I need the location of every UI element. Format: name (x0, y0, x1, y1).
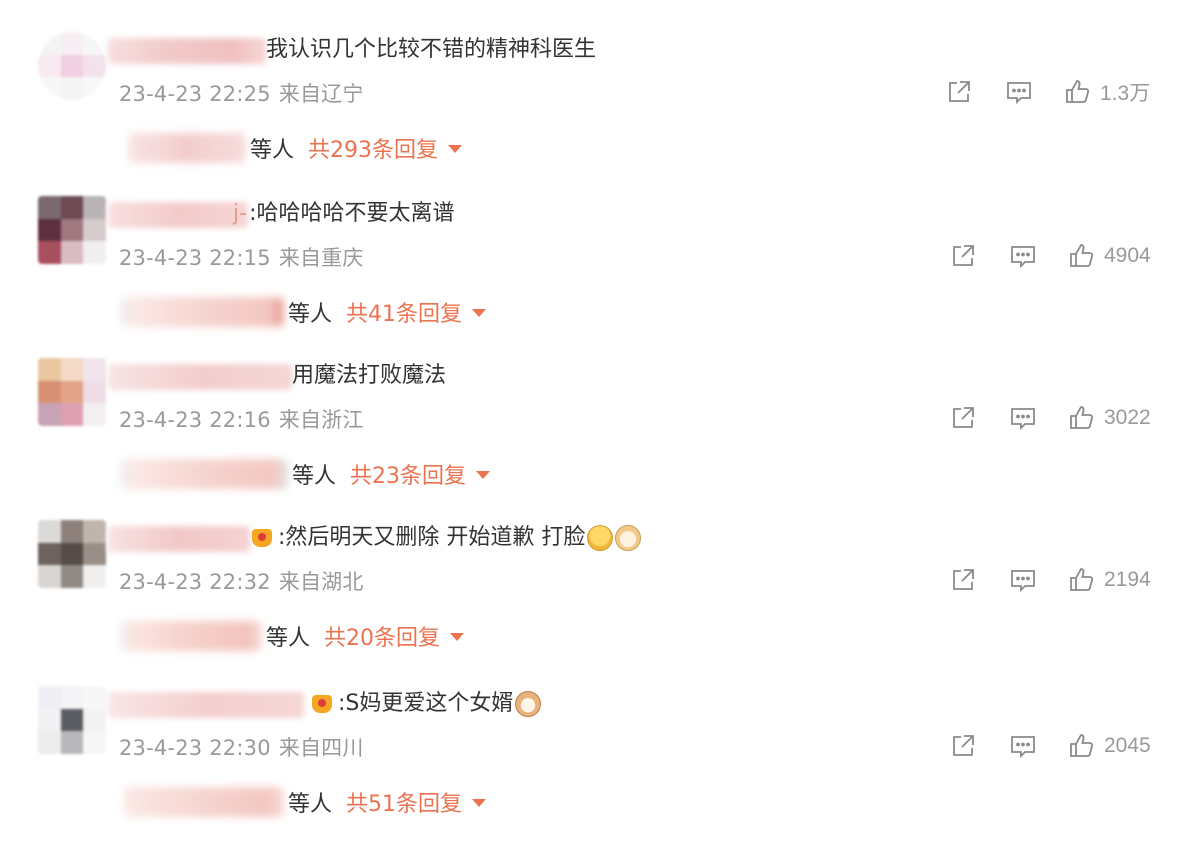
avatar[interactable] (38, 686, 106, 754)
comment-actions: 2045 (948, 730, 1151, 762)
avatar[interactable] (38, 196, 106, 264)
username-blurred[interactable] (108, 202, 248, 228)
share-icon[interactable] (948, 565, 978, 595)
comment-date: 23-4-23 22:15 (119, 246, 271, 270)
crown-badge-icon (252, 529, 272, 547)
avatar[interactable] (38, 520, 106, 588)
avatar[interactable] (38, 358, 106, 426)
reply-count-link[interactable]: 共41条回复 (346, 296, 487, 328)
comment-item: j-:哈哈哈哈不要太离谱 23-4-23 22:15 来自重庆 4904 等人 共… (0, 196, 1200, 359)
comment-date: 23-4-23 22:25 (119, 82, 271, 106)
caret-down-icon (448, 145, 463, 153)
comment-actions: 4904 (948, 240, 1151, 272)
like-count[interactable]: 1.3万 (1100, 77, 1150, 107)
comment-item: 用魔法打败魔法 23-4-23 22:16 来自浙江 3022 等人 共23条回复 (0, 358, 1200, 521)
comment-meta: 23-4-23 22:30 来自四川 (119, 732, 364, 762)
share-icon[interactable] (948, 403, 978, 433)
caret-down-icon (450, 633, 465, 641)
share-icon[interactable] (948, 731, 978, 761)
like-count[interactable]: 2194 (1104, 568, 1151, 592)
comment-date: 23-4-23 22:16 (119, 408, 271, 432)
comment-meta: 23-4-23 22:16 来自浙江 (119, 404, 364, 434)
comment-location: 来自浙江 (278, 408, 364, 432)
comment-item: 我认识几个比较不错的精神科医生 23-4-23 22:25 来自辽宁 1.3万 等… (0, 32, 1200, 195)
comment-item: :S妈更爱这个女婿 23-4-23 22:30 来自四川 2045 等人 共51条… (0, 686, 1200, 849)
doge-emoji-icon (615, 525, 642, 551)
reply-summary[interactable]: 等人 共23条回复 (120, 454, 491, 494)
comment-meta: 23-4-23 22:15 来自重庆 (119, 242, 364, 272)
thumbs-up-icon[interactable] (1066, 565, 1096, 595)
comment-location: 来自湖北 (278, 570, 364, 594)
username-blurred[interactable] (108, 692, 304, 718)
comment-location: 来自辽宁 (278, 82, 364, 106)
comment-meta: 23-4-23 22:32 来自湖北 (119, 566, 364, 596)
comment-text: :然后明天又删除 开始道歉 打脸 (252, 520, 642, 556)
reply-users-blurred (124, 787, 284, 817)
reply-summary[interactable]: 等人 共20条回复 (120, 616, 465, 656)
comment-icon[interactable] (1008, 731, 1038, 761)
comment-actions: 2194 (948, 564, 1151, 596)
like-count[interactable]: 4904 (1104, 244, 1151, 268)
comment-text: 用魔法打败魔法 (292, 363, 447, 388)
like-count[interactable]: 2045 (1104, 734, 1151, 758)
share-icon[interactable] (948, 241, 978, 271)
reply-summary[interactable]: 等人 共51条回复 (124, 782, 487, 822)
reply-count-link[interactable]: 共23条回复 (350, 458, 491, 490)
reply-users-blurred (128, 133, 246, 163)
reply-users-suffix: 等人 (250, 138, 295, 163)
thumbs-up-icon[interactable] (1066, 731, 1096, 761)
comment-text: 我认识几个比较不错的精神科医生 (266, 37, 597, 62)
thumbs-up-icon[interactable] (1062, 77, 1092, 107)
caret-down-icon (472, 799, 487, 807)
reply-users-suffix: 等人 (288, 792, 333, 817)
avatar[interactable] (38, 32, 106, 100)
crown-badge-icon (312, 695, 332, 713)
comment-date: 23-4-23 22:30 (119, 736, 271, 760)
laugh-cry-emoji-icon (587, 525, 614, 551)
reply-summary[interactable]: 等人 共41条回复 (120, 292, 487, 332)
like-count[interactable]: 3022 (1104, 406, 1151, 430)
caret-down-icon (472, 309, 487, 317)
reply-count-link[interactable]: 共20条回复 (324, 620, 465, 652)
comment-icon[interactable] (1008, 241, 1038, 271)
comment-location: 来自四川 (278, 736, 364, 760)
cat-emoji-icon (515, 691, 542, 717)
comment-date: 23-4-23 22:32 (119, 570, 271, 594)
thumbs-up-icon[interactable] (1066, 403, 1096, 433)
reply-users-blurred (120, 459, 288, 489)
reply-users-suffix: 等人 (288, 302, 333, 327)
comment-text: :S妈更爱这个女婿 (312, 686, 542, 722)
username-blurred[interactable] (108, 526, 250, 552)
thumbs-up-icon[interactable] (1066, 241, 1096, 271)
reply-users-blurred (120, 297, 284, 327)
reply-count-link[interactable]: 共293条回复 (308, 132, 463, 164)
reply-users-blurred (120, 621, 262, 651)
username-blurred[interactable] (108, 38, 266, 64)
comment-icon[interactable] (1008, 403, 1038, 433)
reply-summary[interactable]: 等人 共293条回复 (128, 128, 463, 168)
comment-item: :然后明天又删除 开始道歉 打脸 23-4-23 22:32 来自湖北 2194 … (0, 520, 1200, 683)
comment-icon[interactable] (1008, 565, 1038, 595)
reply-users-suffix: 等人 (266, 626, 311, 651)
reply-count-link[interactable]: 共51条回复 (346, 786, 487, 818)
caret-down-icon (476, 471, 491, 479)
share-icon[interactable] (944, 77, 974, 107)
comment-text: j-:哈哈哈哈不要太离谱 (233, 201, 455, 226)
comment-actions: 3022 (948, 402, 1151, 434)
reply-users-suffix: 等人 (292, 464, 337, 489)
comment-actions: 1.3万 (944, 76, 1150, 108)
comment-meta: 23-4-23 22:25 来自辽宁 (119, 78, 364, 108)
comment-icon[interactable] (1004, 77, 1034, 107)
comment-location: 来自重庆 (278, 246, 364, 270)
username-blurred[interactable] (108, 364, 292, 390)
